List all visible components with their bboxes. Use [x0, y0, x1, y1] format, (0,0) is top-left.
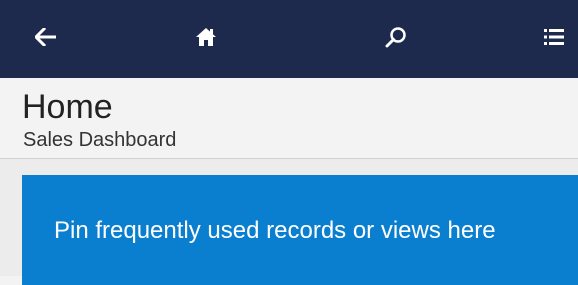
dashboard-content: Pin frequently used records or views her…: [0, 159, 578, 285]
search-button[interactable]: [376, 0, 416, 78]
dashboard-selector[interactable]: Sales Dashboard: [23, 128, 176, 152]
menu-button[interactable]: [544, 0, 578, 78]
pin-tile-text: Pin frequently used records or views her…: [54, 217, 496, 244]
arrow-left-icon: [33, 26, 57, 51]
page-title: Home: [22, 88, 113, 126]
page-header: Home Sales Dashboard: [0, 78, 578, 158]
list-menu-icon: [544, 27, 564, 52]
home-icon: [195, 27, 217, 52]
pin-tile[interactable]: Pin frequently used records or views her…: [22, 175, 578, 285]
search-icon: [385, 26, 407, 53]
back-button[interactable]: [26, 0, 66, 78]
home-button[interactable]: [186, 0, 226, 78]
top-navigation-bar: [0, 0, 578, 78]
